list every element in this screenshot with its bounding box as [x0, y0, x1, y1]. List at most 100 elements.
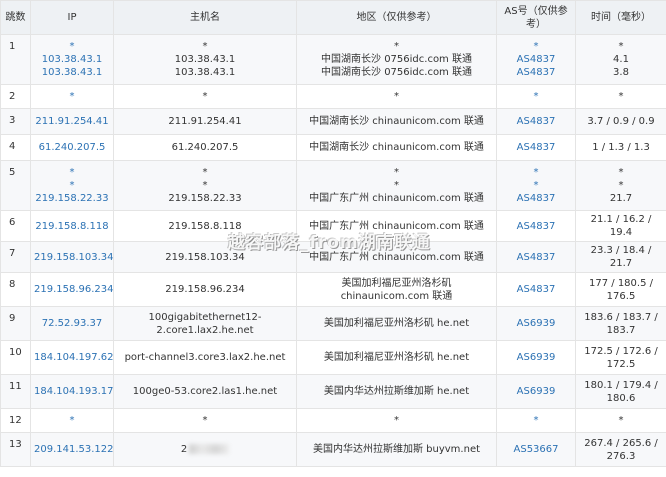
hop-number: 8	[0, 272, 31, 307]
as-link[interactable]: AS4837	[500, 53, 572, 66]
as-link[interactable]: AS4837	[500, 192, 572, 205]
latency: 180.1 / 179.4 /	[584, 379, 658, 391]
hostname: 100ge0-53.core2.las1.he.net	[132, 386, 278, 397]
hop-number: 5	[0, 160, 31, 211]
as-link: *	[533, 167, 539, 178]
region-cell: 中国湖南长沙 chinaunicom.com 联通	[296, 108, 497, 135]
hostname: 2	[180, 444, 188, 455]
ip-link: *	[69, 180, 75, 191]
hop-number: 1	[0, 34, 31, 85]
ip-link[interactable]: 219.158.22.33	[34, 192, 110, 205]
latency: 172.5 / 172.6 /	[584, 345, 658, 357]
ip-cell: 184.104.193.178	[30, 374, 114, 409]
ip-cell: 184.104.197.62	[30, 340, 114, 375]
time-cell: 1 / 1.3 / 1.3	[575, 134, 666, 161]
ip-link[interactable]: 103.38.43.1	[34, 53, 110, 66]
hop-number: 3	[0, 108, 31, 135]
as-link[interactable]: AS4837	[500, 66, 572, 79]
time-cell: 180.1 / 179.4 /180.6	[575, 374, 666, 409]
as-link: *	[533, 91, 539, 102]
as-cell: AS4837	[496, 241, 576, 273]
host-cell: * * 219.158.22.33	[113, 160, 297, 211]
as-link[interactable]: AS4837	[500, 141, 572, 154]
table-row: 9 72.52.93.37 100gigabitethernet12- 2.core1…	[0, 306, 666, 341]
region: 中国广东广州 chinaunicom.com 联通	[309, 251, 484, 263]
as-cell: *	[496, 408, 576, 433]
as-link[interactable]: AS4837	[500, 115, 572, 128]
region: 中国湖南长沙 0756idc.com 联通	[321, 54, 472, 65]
ip-cell: 211.91.254.41	[30, 108, 114, 135]
host-cell: 219.158.8.118	[113, 210, 297, 242]
hostname: 219.158.96.234	[165, 284, 245, 295]
header-as: AS号（仅供参考）	[496, 0, 576, 35]
ip-link[interactable]: 211.91.254.41	[34, 115, 110, 128]
hop-number: 11	[0, 374, 31, 409]
as-link[interactable]: AS4837	[500, 283, 572, 296]
latency: 267.4 / 265.6 /	[584, 437, 658, 449]
ip-link[interactable]: 72.52.93.37	[34, 317, 110, 330]
table-row: 1 * 103.38.43.1 103.38.43.1 * 103.38.43.1 103.…	[0, 34, 666, 85]
ip-link[interactable]: 103.38.43.1	[34, 66, 110, 79]
ip-link[interactable]: 219.158.96.234	[34, 283, 113, 296]
as-cell: AS6939	[496, 374, 576, 409]
hostname: 103.38.43.1	[174, 54, 236, 65]
latency: *	[618, 167, 624, 178]
hostname: 2.core1.lax2.he.net	[156, 324, 254, 336]
latency: 21.7	[609, 193, 633, 204]
ip-cell: 61.240.207.5	[30, 134, 114, 161]
ip-cell: * * 219.158.22.33	[30, 160, 114, 211]
ip-link[interactable]: 184.104.197.62	[34, 351, 113, 364]
hostname: 219.158.8.118	[168, 220, 242, 232]
as-link[interactable]: AS6939	[500, 351, 572, 364]
header-region: 地区（仅供参考）	[296, 0, 497, 35]
header-host: 主机名	[113, 0, 297, 35]
region: 美国内华达州拉斯维加斯 he.net	[323, 386, 470, 397]
as-link[interactable]: AS4837	[500, 220, 572, 233]
ip-cell: 219.158.96.234	[30, 272, 114, 307]
ip-link: *	[69, 41, 75, 52]
as-link[interactable]: AS6939	[500, 385, 572, 398]
table-row: 5 * * 219.158.22.33 * * 219.158.22.33 * * 中国广东广州 …	[0, 160, 666, 211]
region: 中国湖南长沙 chinaunicom.com 联通	[309, 116, 484, 127]
host-cell: 211.91.254.41	[113, 108, 297, 135]
latency: 180.6	[606, 392, 636, 404]
region-cell: * 中国湖南长沙 0756idc.com 联通 中国湖南长沙 0756idc.com…	[296, 34, 497, 85]
latency: 172.5	[606, 358, 636, 370]
latency: 3.8	[613, 67, 629, 78]
ip-link[interactable]: 61.240.207.5	[34, 141, 110, 154]
ip-link: *	[69, 91, 75, 102]
region-cell: 美国加利福尼亚州洛杉矶 he.net	[296, 306, 497, 341]
header-time: 时间（毫秒）	[575, 0, 666, 35]
as-cell: AS4837	[496, 272, 576, 307]
as-cell: * * AS4837	[496, 160, 576, 211]
region-cell: 美国加利福尼亚州洛杉矶 he.net	[296, 340, 497, 375]
host-cell: 219.158.103.34	[113, 241, 297, 273]
host-cell: 61.240.207.5	[113, 134, 297, 161]
latency: 21.1 / 16.2 / 19.4	[590, 214, 652, 238]
region: *	[394, 91, 399, 102]
table-row: 13 209.141.53.122 2 美国内华达州拉斯维加斯 buyvm.net AS…	[0, 432, 666, 467]
as-link[interactable]: AS4837	[500, 251, 572, 264]
hop-number: 12	[0, 408, 31, 433]
ip-link[interactable]: 219.158.8.118	[34, 220, 110, 233]
hostname: *	[202, 167, 208, 178]
ip-link[interactable]: 219.158.103.34	[34, 251, 113, 264]
ip-link[interactable]: 209.141.53.122	[34, 443, 113, 456]
host-cell: 219.158.96.234	[113, 272, 297, 307]
host-cell: * 103.38.43.1 103.38.43.1	[113, 34, 297, 85]
latency: *	[618, 415, 624, 426]
hop-number: 2	[0, 84, 31, 109]
hostname: 103.38.43.1	[174, 67, 236, 78]
as-cell: AS4837	[496, 134, 576, 161]
table-row: 2 * * * * *	[0, 84, 666, 109]
as-link: *	[533, 180, 539, 191]
ip-link[interactable]: 184.104.193.178	[34, 385, 113, 398]
table-row: 8 219.158.96.234 219.158.96.234 美国加利福尼亚州洛杉矶…	[0, 272, 666, 307]
host-cell: 2	[113, 432, 297, 467]
as-link[interactable]: AS6939	[500, 317, 572, 330]
region: 美国内华达州拉斯维加斯 buyvm.net	[312, 444, 481, 455]
ip-cell: * 103.38.43.1 103.38.43.1	[30, 34, 114, 85]
as-cell: AS6939	[496, 340, 576, 375]
region: *	[394, 180, 399, 191]
as-link[interactable]: AS53667	[500, 443, 572, 456]
